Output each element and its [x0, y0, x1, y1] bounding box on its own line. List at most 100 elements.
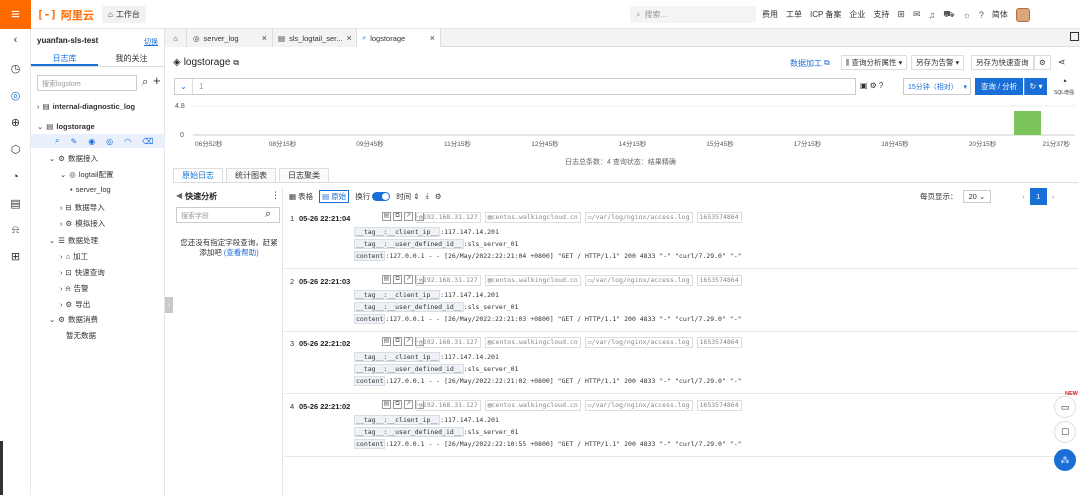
- host-tag[interactable]: ▤centos.walkingcloud.cn: [484, 337, 581, 348]
- timestamp-tag[interactable]: 1653574864: [696, 399, 742, 411]
- field-key[interactable]: __tag__:__client_ip__: [354, 227, 441, 237]
- field-value[interactable]: :127.0.0.1 - - [26/May/2022:22:21:04 +08…: [385, 252, 741, 260]
- field-value[interactable]: :sls_server_01: [464, 303, 519, 311]
- zoom-icon[interactable]: ⊕: [8, 115, 23, 130]
- context-icon[interactable]: ⧉: [393, 274, 402, 284]
- path-tag[interactable]: ▭/var/log/nginx/access.log: [584, 399, 693, 411]
- path-tag[interactable]: ▭/var/log/nginx/access.log: [584, 212, 693, 223]
- sql-upgrade-icon[interactable]: ◔ SQL增强: [1053, 76, 1075, 98]
- field-value[interactable]: :117.147.14.201: [440, 228, 499, 236]
- store-internal-diagnostic[interactable]: › ▤ internal-diagnostic_log: [37, 102, 135, 111]
- time-sort[interactable]: 时间 ⇕: [396, 191, 419, 202]
- help-icon[interactable]: ?: [979, 10, 984, 20]
- ip-tag[interactable]: ◎192.168.31.127: [416, 212, 481, 223]
- tree-mock-ingest[interactable]: › ⚙ 模拟接入: [60, 218, 105, 229]
- cart-icon[interactable]: ⛟: [943, 9, 954, 21]
- nav-enterprise[interactable]: 企业: [849, 9, 865, 20]
- refresh-button[interactable]: ↻ ▾: [1024, 78, 1047, 95]
- window-icon[interactable]: [1070, 32, 1079, 41]
- nav-ticket[interactable]: 工单: [786, 9, 802, 20]
- nav-support[interactable]: 支持: [873, 9, 889, 20]
- help-link[interactable]: (查看帮助): [224, 248, 259, 257]
- gear-icon[interactable]: ⚙: [870, 81, 877, 90]
- prev-page-icon[interactable]: ‹: [1022, 192, 1025, 201]
- tail-icon[interactable]: ↗: [404, 399, 413, 409]
- wrap-toggle[interactable]: 换行: [355, 191, 391, 202]
- ip-tag[interactable]: ◎192.168.31.127: [416, 399, 481, 411]
- time-range-select[interactable]: 15分钟（相对） ▾: [903, 78, 971, 95]
- add-icon[interactable]: +: [153, 73, 161, 88]
- chevron-left-circle-icon[interactable]: ◀: [176, 191, 182, 202]
- search-icon[interactable]: ⌕: [142, 76, 148, 89]
- copy-icon[interactable]: ⧉: [233, 58, 239, 68]
- tab-server-log[interactable]: ◎ server_log ×: [188, 29, 273, 47]
- tree-export[interactable]: › ⚙ 导出: [60, 299, 90, 310]
- field-key[interactable]: content: [354, 313, 386, 324]
- field-key[interactable]: __tag__:__client_ip__: [354, 352, 441, 362]
- global-search-input[interactable]: ⌕ 搜索...: [630, 6, 756, 23]
- document-icon[interactable]: ▤: [8, 196, 23, 211]
- field-key[interactable]: __tag__:__user_defined_id__: [354, 239, 464, 249]
- per-page-select[interactable]: 20 ⌄: [962, 189, 992, 203]
- feedback-icon[interactable]: ☐: [1054, 421, 1076, 443]
- bulb-icon[interactable]: ☼: [963, 10, 971, 20]
- bell-icon[interactable]: ♫: [929, 10, 936, 20]
- save-icon[interactable]: ▣: [860, 81, 868, 90]
- chevron-down-icon[interactable]: ⌄: [175, 79, 193, 94]
- copy-icon[interactable]: ▤: [382, 274, 391, 284]
- alert-bell-icon[interactable]: ⍾: [8, 223, 23, 238]
- host-tag[interactable]: ▤centos.walkingcloud.cn: [484, 399, 581, 411]
- cloudshell-icon[interactable]: ⊞: [897, 9, 905, 20]
- search-icon[interactable]: ⌕: [265, 208, 271, 221]
- workbench-button[interactable]: ⌂ 工作台: [102, 6, 146, 23]
- aliyun-logo[interactable]: [-] 阿里云: [37, 7, 94, 22]
- query-attr-button[interactable]: ⫼ 查询分析属性 ▾: [841, 55, 908, 70]
- home-tab-icon[interactable]: ⌂: [165, 29, 187, 47]
- chat-icon[interactable]: ▭: [1054, 396, 1076, 418]
- tab-charts[interactable]: 统计图表: [226, 168, 276, 183]
- mail-icon[interactable]: ✉: [913, 9, 921, 20]
- field-value[interactable]: :sls_server_01: [464, 240, 519, 248]
- collapse-sidebar-handle[interactable]: ›: [165, 297, 173, 313]
- help-icon[interactable]: ?: [879, 81, 883, 90]
- tab-logstorage[interactable]: ⌕ logstorage ×: [357, 29, 441, 47]
- tab-favorites[interactable]: 我的关注: [98, 52, 165, 66]
- path-tag[interactable]: ▭/var/log/nginx/access.log: [584, 337, 693, 348]
- context-icon[interactable]: ⧉: [393, 212, 402, 221]
- page-1-button[interactable]: 1: [1029, 187, 1047, 205]
- tree-logtail-config[interactable]: ⌄ ◎ logtail配置: [60, 169, 113, 180]
- tab-raw-logs[interactable]: 原始日志: [173, 168, 223, 183]
- tab-logstores[interactable]: 日志库: [31, 52, 98, 66]
- save-quick-query-button[interactable]: 另存为快速查询: [971, 55, 1034, 70]
- field-value[interactable]: :127.0.0.1 - - [26/May/2022:22:21:02 +08…: [385, 377, 741, 385]
- monitor-icon[interactable]: ◎: [106, 137, 113, 146]
- toggle-switch[interactable]: [372, 191, 391, 201]
- language-switch[interactable]: 简体: [992, 9, 1008, 20]
- search-log-icon[interactable]: ⌕: [55, 136, 59, 146]
- field-key[interactable]: __tag__:__user_defined_id__: [354, 301, 464, 312]
- field-value[interactable]: :117.147.14.201: [440, 416, 499, 424]
- close-icon[interactable]: ×: [262, 33, 267, 43]
- log-search-icon[interactable]: ◎: [8, 88, 23, 103]
- field-key[interactable]: __tag__:__client_ip__: [354, 289, 441, 300]
- tab-log-cluster[interactable]: 日志聚类: [279, 168, 329, 183]
- raw-view-button[interactable]: ▤ 原始: [319, 189, 350, 203]
- copy-icon[interactable]: ▤: [382, 212, 391, 221]
- download-icon[interactable]: ⤓: [425, 191, 428, 201]
- tail-icon[interactable]: ↗: [404, 337, 413, 346]
- tree-data-processing[interactable]: ⌄ ☰ 数据处理: [49, 235, 98, 246]
- host-tag[interactable]: ▤centos.walkingcloud.cn: [484, 212, 581, 223]
- eye-icon[interactable]: ◉: [88, 137, 95, 146]
- save-alert-button[interactable]: 另存为告警 ▾: [911, 55, 965, 70]
- clock-icon[interactable]: ◷: [8, 61, 23, 76]
- table-view-button[interactable]: ▦ 表格: [289, 191, 313, 202]
- switch-project-link[interactable]: 切换: [144, 37, 158, 47]
- avatar[interactable]: [1015, 7, 1030, 22]
- logstore-search-input[interactable]: 搜索logstore: [37, 75, 137, 91]
- field-value[interactable]: :sls_server_01: [464, 365, 519, 373]
- tree-data-ingest[interactable]: ⌄ ⚙ 数据接入: [49, 153, 98, 164]
- field-value[interactable]: :127.0.0.1 - - [26/May/2022:22:10:55 +08…: [385, 440, 741, 448]
- menu-icon[interactable]: ≡: [0, 0, 31, 29]
- timestamp-tag[interactable]: 1653574864: [696, 274, 742, 286]
- edit-icon[interactable]: ✎: [70, 137, 77, 146]
